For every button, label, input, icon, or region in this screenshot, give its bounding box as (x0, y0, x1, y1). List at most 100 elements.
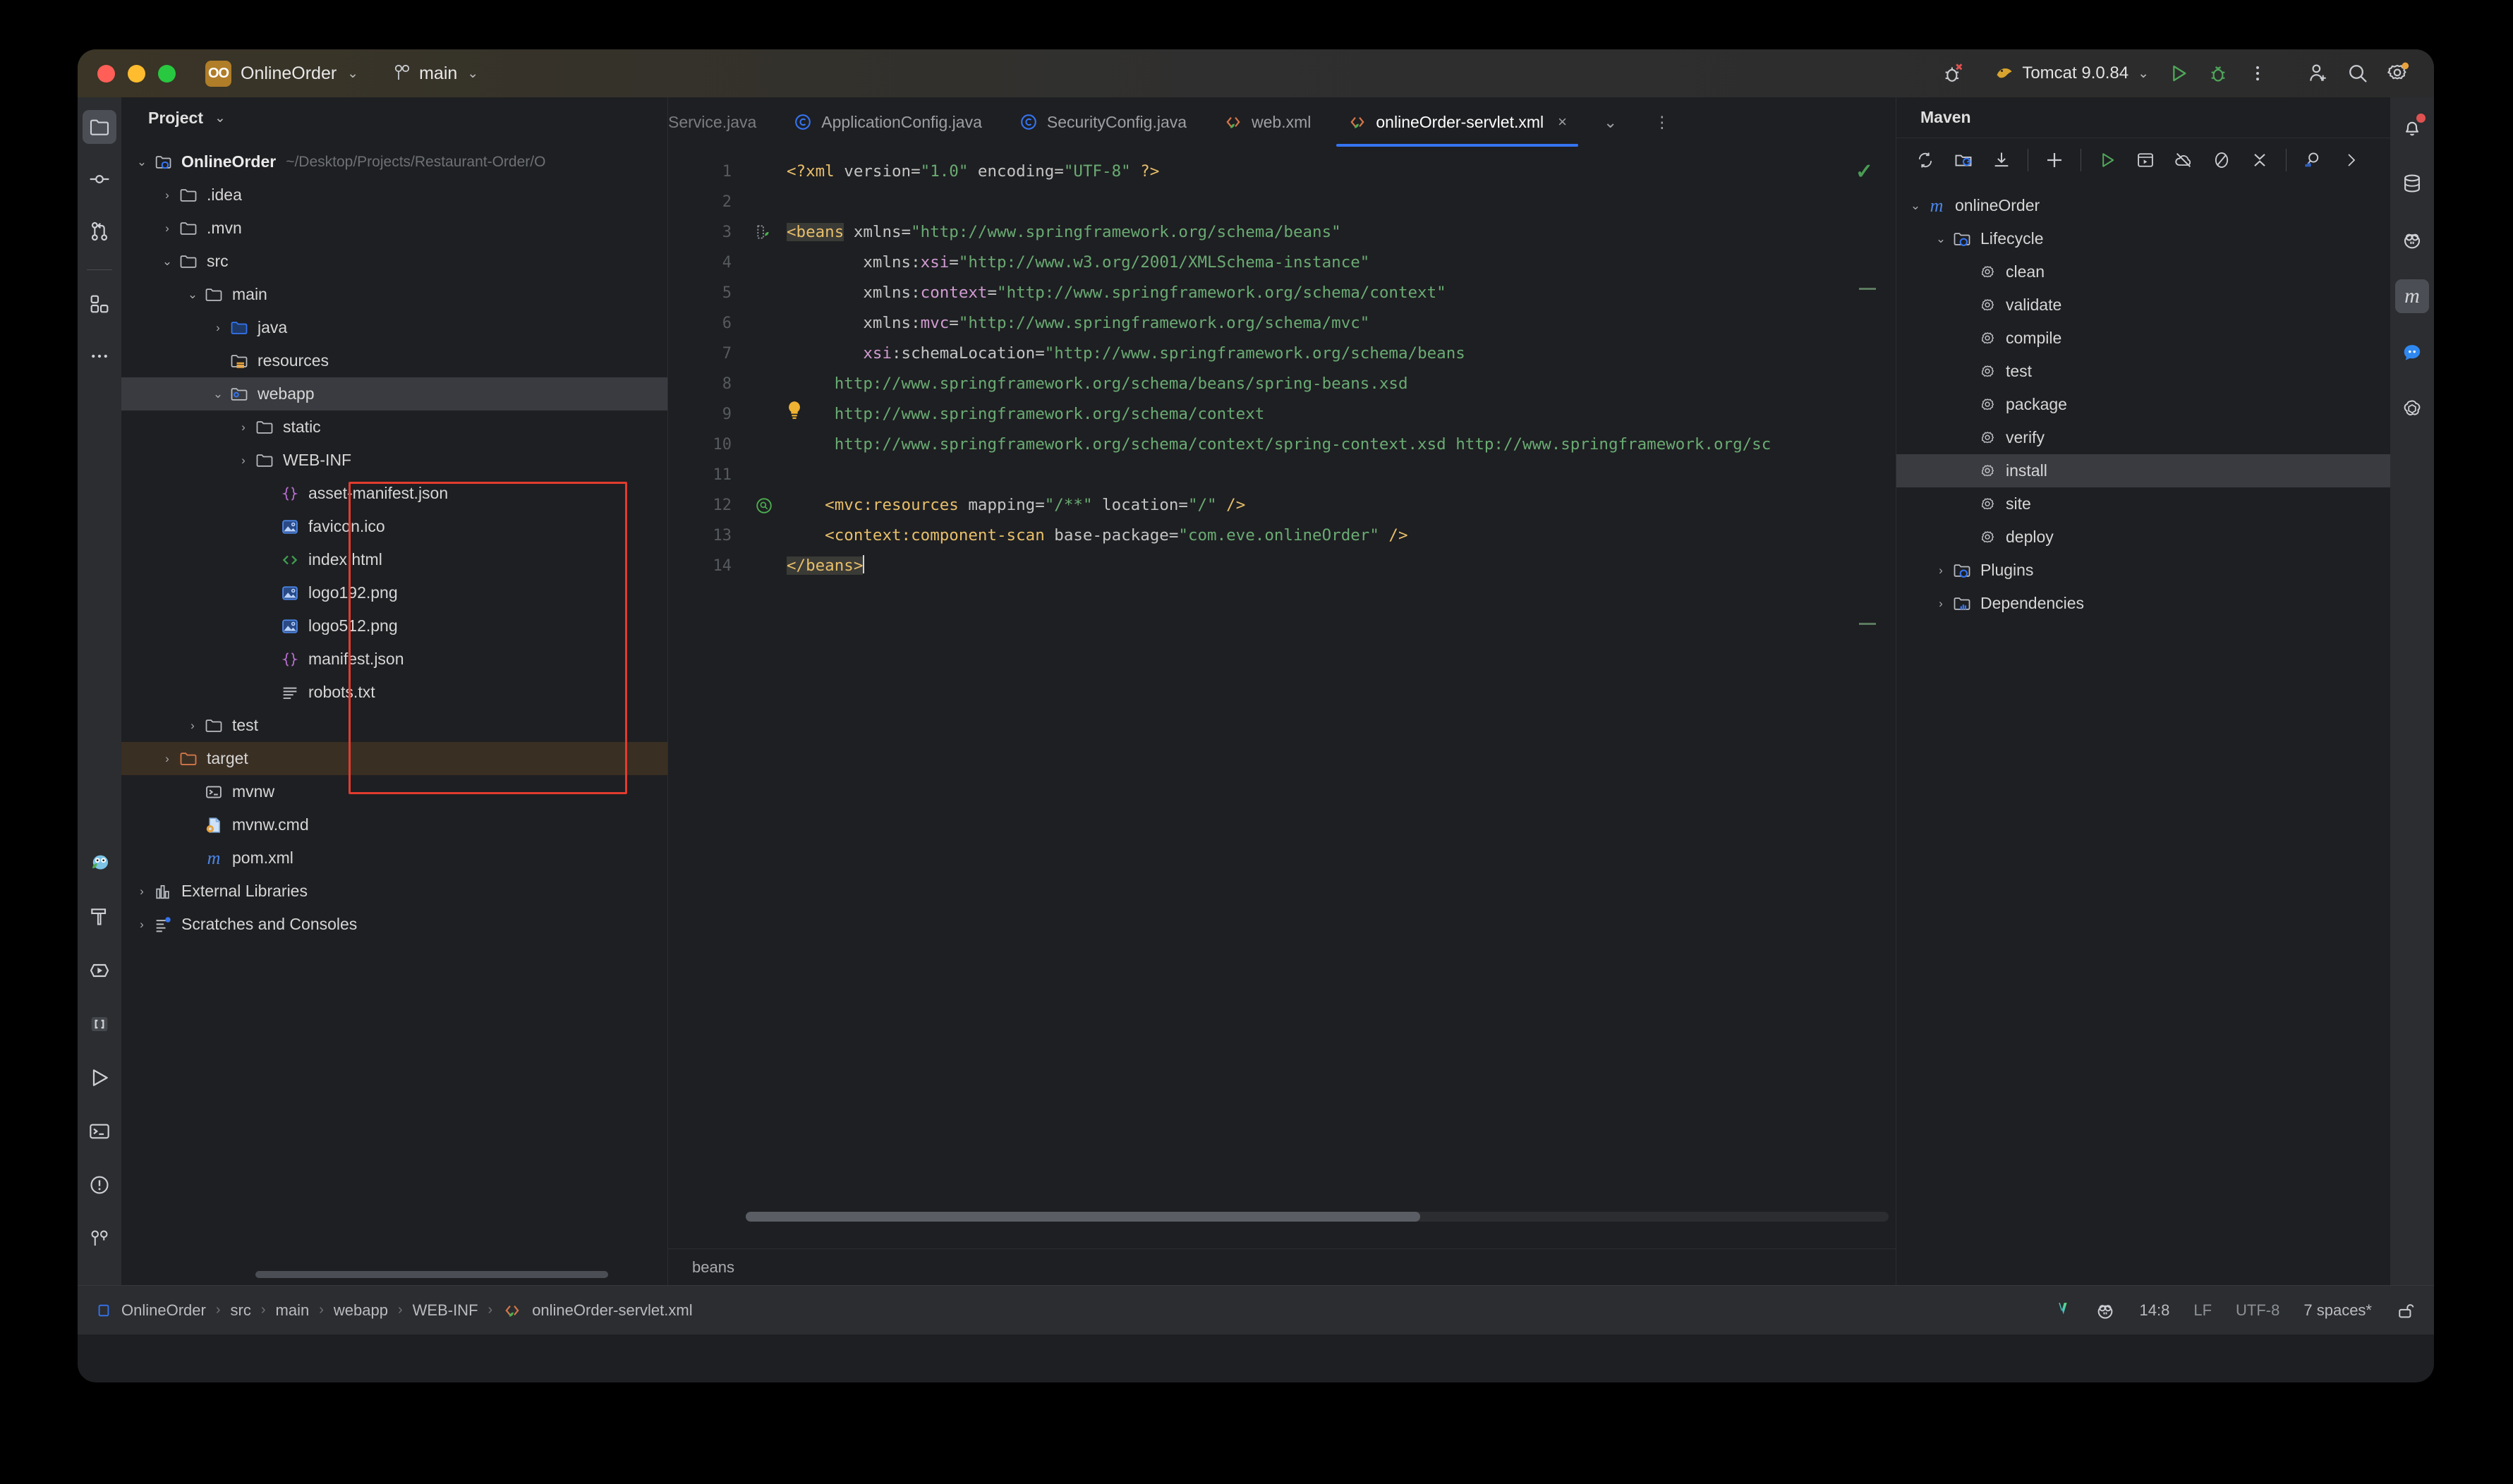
sidebar-item-version-control[interactable] (83, 1222, 116, 1255)
intention-bulb-icon[interactable] (785, 395, 804, 425)
tree-item-main[interactable]: ⌄main (121, 278, 667, 311)
line-separator[interactable]: LF (2193, 1301, 2212, 1320)
tree-item-logo192-png[interactable]: ›logo192.png (121, 576, 667, 609)
caret-position[interactable]: 14:8 (2140, 1301, 2170, 1320)
chevron-right-icon[interactable]: › (183, 719, 202, 733)
tab-securityconfig-java[interactable]: SecurityConfig.java (1000, 97, 1205, 147)
tree-item-robots-txt[interactable]: ›robots.txt (121, 676, 667, 709)
editor-breadcrumb[interactable]: beans (668, 1248, 1896, 1285)
chevron-right-icon[interactable]: › (158, 221, 176, 236)
tree-item-index-html[interactable]: ›index.html (121, 543, 667, 576)
tree-item-mvnw[interactable]: ›mvnw (121, 775, 667, 808)
chevron-right-icon[interactable]: › (209, 321, 227, 335)
tree-item-mvnw-cmd[interactable]: ›mvnw.cmd (121, 808, 667, 841)
maven-item-verify[interactable]: ›verify (1896, 421, 2390, 454)
maven-item-validate[interactable]: ›validate (1896, 288, 2390, 322)
breadcrumb-item[interactable]: WEB-INF (413, 1301, 478, 1320)
tree-item-resources[interactable]: ›resources (121, 344, 667, 377)
minimize-window-button[interactable] (128, 65, 145, 83)
expand-toolbar-icon[interactable] (2333, 142, 2368, 178)
run-configuration-selector[interactable]: Tomcat 9.0.84 ⌄ (1994, 63, 2149, 83)
tree-item--mvn[interactable]: ›.mvn (121, 212, 667, 245)
breadcrumb-item[interactable]: webapp (334, 1301, 388, 1320)
chevron-right-icon[interactable]: › (158, 752, 176, 766)
project-horizontal-scrollbar[interactable] (255, 1271, 608, 1278)
chevron-right-icon[interactable]: › (234, 454, 253, 468)
maven-item-clean[interactable]: ›clean (1896, 255, 2390, 288)
close-window-button[interactable] (97, 65, 115, 83)
sidebar-item-problems[interactable] (83, 1168, 116, 1202)
editor-tab-bar[interactable]: Service.javaApplicationConfig.javaSecuri… (668, 97, 1896, 147)
chevron-right-icon[interactable]: › (1932, 597, 1950, 611)
openai-icon[interactable] (2395, 392, 2429, 426)
chevron-right-icon[interactable]: › (234, 420, 253, 434)
project-tree[interactable]: ⌄OnlineOrder~/Desktop/Projects/Restauran… (121, 138, 667, 1285)
add-icon[interactable] (2037, 142, 2072, 178)
maven-item-install[interactable]: ›install (1896, 454, 2390, 487)
project-selector[interactable]: OO OnlineOrder ⌄ (205, 61, 358, 87)
tree-item-test[interactable]: ›test (121, 709, 667, 742)
breadcrumb[interactable]: OnlineOrder›src›main›webapp›WEB-INF›onli… (121, 1301, 693, 1320)
chevron-down-icon[interactable]: ⌄ (1932, 232, 1950, 246)
tab-more-options[interactable]: ⋮ (1635, 97, 1688, 147)
chevron-down-icon[interactable]: ⌄ (158, 255, 176, 269)
sidebar-item-run-anything[interactable] (83, 954, 116, 987)
sidebar-item-pull-requests[interactable] (83, 214, 116, 248)
lock-open-icon[interactable] (2396, 1301, 2416, 1320)
run-maven-goal-icon[interactable] (2090, 142, 2125, 178)
chevron-down-icon[interactable]: ⌄ (1906, 199, 1925, 213)
sidebar-item-commit[interactable] (83, 162, 116, 196)
tab-web-xml[interactable]: web.xml (1205, 97, 1329, 147)
sidebar-item-project[interactable] (83, 110, 116, 144)
file-encoding[interactable]: UTF-8 (2236, 1301, 2279, 1320)
tree-item-logo512-png[interactable]: ›logo512.png (121, 609, 667, 643)
tree-item-manifest-json[interactable]: ›manifest.json (121, 643, 667, 676)
chevron-down-icon[interactable]: ⌄ (183, 288, 202, 302)
maven-item-deploy[interactable]: ›deploy (1896, 521, 2390, 554)
maven-item-compile[interactable]: ›compile (1896, 322, 2390, 355)
tree-item--idea[interactable]: ›.idea (121, 178, 667, 212)
tree-item-favicon-ico[interactable]: ›favicon.ico (121, 510, 667, 543)
code-content[interactable]: <?xml version="1.0" encoding="UTF-8" ?> … (787, 147, 1896, 1248)
maven-item-plugins[interactable]: ›Plugins (1896, 554, 2390, 587)
add-user-icon[interactable] (2299, 54, 2338, 93)
chevron-right-icon[interactable]: › (158, 188, 176, 202)
sidebar-item-terminal[interactable] (83, 1114, 116, 1148)
tree-item-pom-xml[interactable]: ›mpom.xml (121, 841, 667, 875)
tab-onlineorder-servlet-xml[interactable]: onlineOrder-servlet.xml× (1329, 97, 1585, 147)
add-maven-project-icon[interactable] (1946, 142, 1981, 178)
chevron-down-icon[interactable]: ⌄ (133, 155, 151, 169)
chevron-down-icon[interactable]: ⌄ (214, 110, 226, 126)
sidebar-item-build[interactable] (83, 900, 116, 934)
chat-bubble-icon[interactable] (2395, 336, 2429, 370)
maven-item-site[interactable]: ›site (1896, 487, 2390, 521)
tree-item-target[interactable]: ›target (121, 742, 667, 775)
chevron-right-icon[interactable]: › (133, 884, 151, 899)
breadcrumb-item[interactable]: src (231, 1301, 251, 1320)
tree-item-static[interactable]: ›static (121, 410, 667, 444)
debug-icon[interactable] (2198, 54, 2238, 93)
execute-build-icon[interactable] (2128, 142, 2163, 178)
code-editor[interactable]: 1234567891011121314 (668, 147, 1896, 1248)
search-icon[interactable] (2338, 54, 2378, 93)
run-icon[interactable] (2159, 54, 2198, 93)
tab-service-java[interactable]: Service.java (668, 97, 775, 147)
tree-item-webapp[interactable]: ⌄webapp (121, 377, 667, 410)
settings-icon[interactable] (2378, 54, 2417, 93)
notifications-bell-icon[interactable] (2395, 110, 2429, 144)
inspection-search-marker-icon[interactable] (741, 490, 787, 521)
branch-selector[interactable]: main ⌄ (394, 63, 478, 84)
sidebar-item-endpoints[interactable] (83, 1007, 116, 1041)
indent-setting[interactable]: 7 spaces* (2303, 1301, 2372, 1320)
ai-face-icon[interactable] (2395, 223, 2429, 257)
chevron-right-icon[interactable]: › (133, 918, 151, 932)
sidebar-item-run[interactable] (83, 1061, 116, 1095)
sidebar-item-spring[interactable] (83, 846, 116, 880)
maven-tree[interactable]: ⌄monlineOrder⌄Lifecycle›clean›validate›c… (1896, 182, 2390, 620)
maven-item-onlineorder[interactable]: ⌄monlineOrder (1896, 189, 2390, 222)
chevron-right-icon[interactable]: › (1932, 564, 1950, 578)
close-icon[interactable]: × (1558, 113, 1567, 131)
maven-item-lifecycle[interactable]: ⌄Lifecycle (1896, 222, 2390, 255)
more-vertical-icon[interactable] (2238, 54, 2277, 93)
database-icon[interactable] (2395, 166, 2429, 200)
